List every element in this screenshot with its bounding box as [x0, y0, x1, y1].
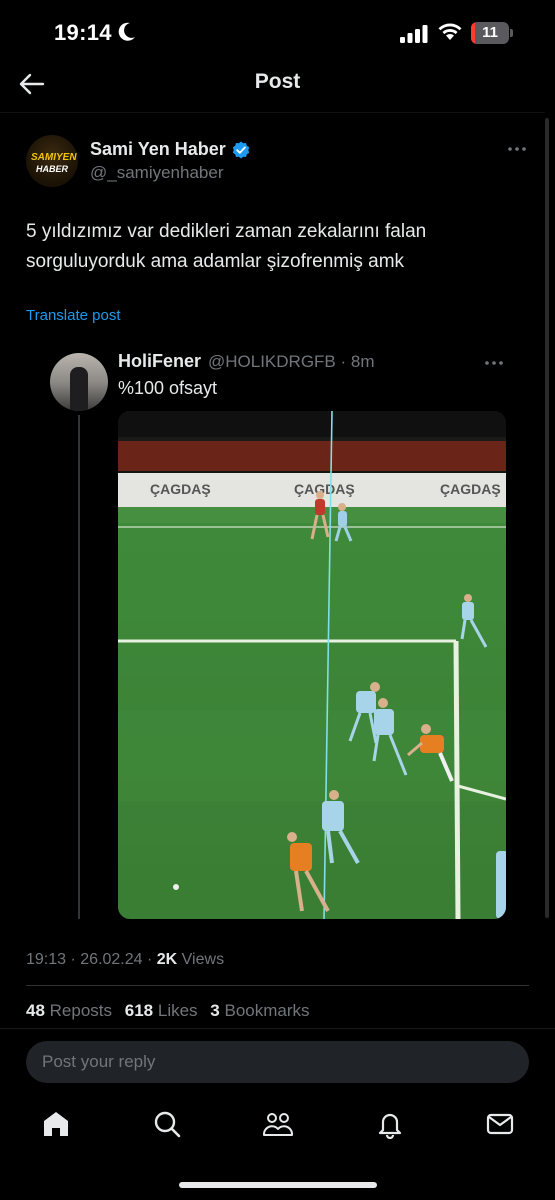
- moon-icon: [118, 22, 135, 41]
- avatar-figure: [70, 367, 88, 411]
- battery-percent: 11: [482, 24, 498, 41]
- translate-post-link[interactable]: Translate post: [26, 307, 121, 324]
- ad-board-text-3: ÇAGDAŞ: [440, 481, 501, 497]
- post-text: 5 yıldızımız var dedikleri zaman zekalar…: [26, 221, 427, 272]
- bookmarks-stat[interactable]: 3 Bookmarks: [210, 1001, 309, 1020]
- nav-search[interactable]: [151, 1108, 183, 1140]
- nav-communities[interactable]: [262, 1108, 294, 1140]
- ad-board-text-2: ÇAGDAŞ: [294, 481, 355, 497]
- nav-messages[interactable]: [484, 1108, 516, 1140]
- battery-indicator: 11: [471, 22, 513, 44]
- post-date: 26.02.24: [80, 951, 143, 968]
- avatar-logo-text-bottom: HABER: [35, 164, 68, 174]
- quote-text: %100 ofsayt: [118, 378, 218, 398]
- quote-author-handle[interactable]: @HOLIKDRGFB · 8m: [208, 352, 375, 372]
- wifi-icon: [438, 23, 462, 40]
- scrollbar[interactable]: [545, 118, 549, 918]
- post-meta: 19:13 · 26.02.24 · 2K Views: [26, 951, 225, 968]
- avatar-logo-text-top: SAMIYEN: [31, 152, 77, 163]
- post-stats: 48 Reposts 618 Likes 3 Bookmarks: [26, 1001, 318, 1021]
- reposts-stat[interactable]: 48 Reposts: [26, 1001, 112, 1020]
- more-options-icon[interactable]: [505, 141, 529, 157]
- author-handle[interactable]: @_samiyenhaber: [90, 163, 224, 183]
- battery-body: 11: [471, 22, 509, 44]
- communities-icon: [262, 1113, 294, 1136]
- home-icon: [44, 1112, 68, 1136]
- player-blue-6: [496, 851, 506, 919]
- status-time: 19:14: [54, 20, 112, 45]
- status-bar: 19:14 11: [0, 0, 555, 60]
- notifications-icon: [378, 1113, 402, 1139]
- football-pitch-illustration: ÇAGDAŞ ÇAGDAŞ ÇAGDAŞ: [118, 411, 506, 919]
- page-title: Post: [254, 70, 301, 93]
- reply-placeholder: Post your reply: [42, 1052, 156, 1071]
- views-count: 2K: [156, 951, 178, 968]
- battery-cap: [510, 29, 513, 37]
- thread-line: [78, 415, 80, 919]
- post-detail: SAMIYEN HABER Sami Yen Haber @_samiyenha…: [0, 112, 545, 1032]
- ball: [173, 884, 179, 890]
- cellular-signal-icon: [400, 25, 428, 43]
- messages-icon: [486, 1113, 514, 1135]
- author-name[interactable]: Sami Yen Haber: [90, 139, 226, 160]
- post-time: 19:13: [26, 951, 67, 968]
- quote-more-options-icon[interactable]: [482, 355, 506, 371]
- ad-board-text-1: ÇAGDAŞ: [150, 481, 211, 497]
- quote-author-avatar[interactable]: [50, 353, 108, 411]
- nav-notifications[interactable]: [374, 1108, 406, 1140]
- quote-media-image[interactable]: ÇAGDAŞ ÇAGDAŞ ÇAGDAŞ: [118, 411, 506, 919]
- likes-stat[interactable]: 618 Likes: [125, 1001, 198, 1020]
- author-avatar[interactable]: SAMIYEN HABER: [26, 135, 78, 187]
- views-label: Views: [181, 951, 225, 968]
- top-bar: Post: [0, 60, 555, 108]
- verified-badge-icon: [232, 141, 250, 159]
- divider: [26, 985, 529, 986]
- reply-input[interactable]: Post your reply: [26, 1041, 529, 1083]
- nav-home[interactable]: [40, 1108, 72, 1140]
- search-icon: [154, 1111, 181, 1138]
- quote-author-name[interactable]: HoliFener: [118, 351, 201, 372]
- home-indicator[interactable]: [179, 1182, 377, 1188]
